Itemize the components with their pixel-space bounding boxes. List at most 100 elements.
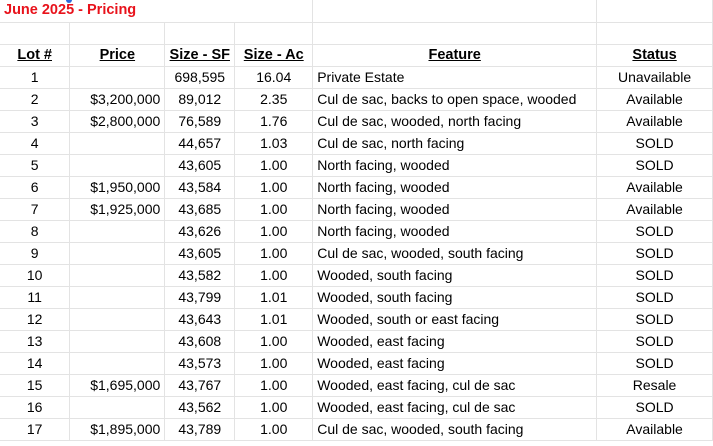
lot-cell[interactable]: 16 <box>0 396 71 419</box>
lot-cell[interactable]: 14 <box>0 352 71 375</box>
price-cell[interactable] <box>69 154 166 177</box>
size-ac-cell[interactable]: 1.00 <box>234 264 314 287</box>
feature-cell[interactable]: Wooded, east facing <box>312 352 598 375</box>
size-sf-cell[interactable]: 43,643 <box>164 308 236 331</box>
lot-cell[interactable]: 9 <box>0 242 71 265</box>
lot-cell[interactable]: 5 <box>0 154 71 177</box>
size-ac-cell[interactable]: 1.76 <box>234 110 314 133</box>
size-sf-cell[interactable]: 43,685 <box>164 198 236 221</box>
size-sf-cell[interactable]: 43,582 <box>164 264 236 287</box>
price-cell[interactable] <box>69 308 166 331</box>
size-ac-cell[interactable]: 1.00 <box>234 396 314 419</box>
feature-cell[interactable]: Wooded, south facing <box>312 286 598 309</box>
status-cell[interactable]: SOLD <box>596 220 713 243</box>
feature-cell[interactable]: Cul de sac, wooded, south facing <box>312 242 598 265</box>
header-price[interactable]: Price <box>69 44 166 67</box>
size-sf-cell[interactable]: 43,799 <box>164 286 236 309</box>
lot-cell[interactable]: 11 <box>0 286 71 309</box>
size-sf-cell[interactable]: 43,767 <box>164 374 236 397</box>
feature-cell[interactable]: Wooded, south or east facing <box>312 308 598 331</box>
lot-cell[interactable]: 4 <box>0 132 71 155</box>
price-cell[interactable] <box>69 132 166 155</box>
header-size-sf[interactable]: Size - SF <box>164 44 236 67</box>
size-ac-cell[interactable]: 1.00 <box>234 154 314 177</box>
cell[interactable] <box>234 0 314 23</box>
price-cell[interactable]: $1,695,000 <box>69 374 166 397</box>
status-cell[interactable]: SOLD <box>596 286 713 309</box>
feature-cell[interactable]: Wooded, east facing, cul de sac <box>312 396 598 419</box>
header-lot[interactable]: Lot # <box>0 44 71 67</box>
size-ac-cell[interactable]: 16.04 <box>234 66 314 89</box>
size-sf-cell[interactable]: 43,605 <box>164 154 236 177</box>
feature-cell[interactable]: North facing, wooded <box>312 220 598 243</box>
size-sf-cell[interactable]: 698,595 <box>164 66 236 89</box>
status-cell[interactable]: SOLD <box>596 396 713 419</box>
status-cell[interactable]: SOLD <box>596 352 713 375</box>
lot-cell[interactable]: 13 <box>0 330 71 353</box>
feature-cell[interactable]: North facing, wooded <box>312 198 598 221</box>
lot-cell[interactable]: 2 <box>0 88 71 111</box>
status-cell[interactable]: SOLD <box>596 308 713 331</box>
size-ac-cell[interactable]: 1.00 <box>234 330 314 353</box>
size-sf-cell[interactable]: 43,562 <box>164 396 236 419</box>
lot-cell[interactable]: 15 <box>0 374 71 397</box>
size-sf-cell[interactable]: 43,584 <box>164 176 236 199</box>
size-sf-cell[interactable]: 44,657 <box>164 132 236 155</box>
size-sf-cell[interactable]: 89,012 <box>164 88 236 111</box>
price-cell[interactable] <box>69 264 166 287</box>
lot-cell[interactable]: 1 <box>0 66 71 89</box>
status-cell[interactable]: Resale <box>596 374 713 397</box>
size-ac-cell[interactable]: 1.00 <box>234 374 314 397</box>
price-cell[interactable] <box>69 220 166 243</box>
lot-cell[interactable]: 12 <box>0 308 71 331</box>
header-status[interactable]: Status <box>596 44 713 67</box>
price-cell[interactable]: $2,800,000 <box>69 110 166 133</box>
size-ac-cell[interactable]: 1.00 <box>234 220 314 243</box>
cell[interactable] <box>0 22 71 45</box>
status-cell[interactable]: SOLD <box>596 264 713 287</box>
lot-cell[interactable]: 6 <box>0 176 71 199</box>
cell[interactable] <box>234 22 314 45</box>
cell[interactable] <box>312 0 598 23</box>
size-sf-cell[interactable]: 43,605 <box>164 242 236 265</box>
size-ac-cell[interactable]: 1.01 <box>234 286 314 309</box>
price-cell[interactable] <box>69 66 166 89</box>
size-sf-cell[interactable]: 43,626 <box>164 220 236 243</box>
size-ac-cell[interactable]: 1.00 <box>234 176 314 199</box>
status-cell[interactable]: Unavailable <box>596 66 713 89</box>
status-cell[interactable]: Available <box>596 198 713 221</box>
size-ac-cell[interactable]: 1.01 <box>234 308 314 331</box>
price-cell[interactable]: $3,200,000 <box>69 88 166 111</box>
cell[interactable] <box>164 22 236 45</box>
lot-cell[interactable]: 7 <box>0 198 71 221</box>
feature-cell[interactable]: Wooded, south facing <box>312 264 598 287</box>
cell[interactable] <box>312 22 598 45</box>
lot-cell[interactable]: 10 <box>0 264 71 287</box>
size-sf-cell[interactable]: 43,789 <box>164 418 236 441</box>
price-cell[interactable] <box>69 352 166 375</box>
sheet-title[interactable]: June 2025 - Pricing <box>0 0 235 23</box>
lot-cell[interactable]: 17 <box>0 418 71 441</box>
status-cell[interactable]: Available <box>596 88 713 111</box>
price-cell[interactable]: $1,925,000 <box>69 198 166 221</box>
size-ac-cell[interactable]: 1.03 <box>234 132 314 155</box>
size-ac-cell[interactable]: 1.00 <box>234 352 314 375</box>
feature-cell[interactable]: Cul de sac, wooded, south facing <box>312 418 598 441</box>
header-feature[interactable]: Feature <box>312 44 598 67</box>
price-cell[interactable] <box>69 286 166 309</box>
size-sf-cell[interactable]: 76,589 <box>164 110 236 133</box>
status-cell[interactable]: SOLD <box>596 154 713 177</box>
lot-cell[interactable]: 8 <box>0 220 71 243</box>
price-cell[interactable]: $1,895,000 <box>69 418 166 441</box>
size-ac-cell[interactable]: 1.00 <box>234 198 314 221</box>
feature-cell[interactable]: North facing, wooded <box>312 176 598 199</box>
price-cell[interactable] <box>69 330 166 353</box>
header-size-ac[interactable]: Size - Ac <box>234 44 314 67</box>
status-cell[interactable]: Available <box>596 418 713 441</box>
status-cell[interactable]: SOLD <box>596 330 713 353</box>
size-ac-cell[interactable]: 2.35 <box>234 88 314 111</box>
price-cell[interactable] <box>69 396 166 419</box>
price-cell[interactable] <box>69 242 166 265</box>
size-sf-cell[interactable]: 43,573 <box>164 352 236 375</box>
feature-cell[interactable]: Wooded, east facing, cul de sac <box>312 374 598 397</box>
